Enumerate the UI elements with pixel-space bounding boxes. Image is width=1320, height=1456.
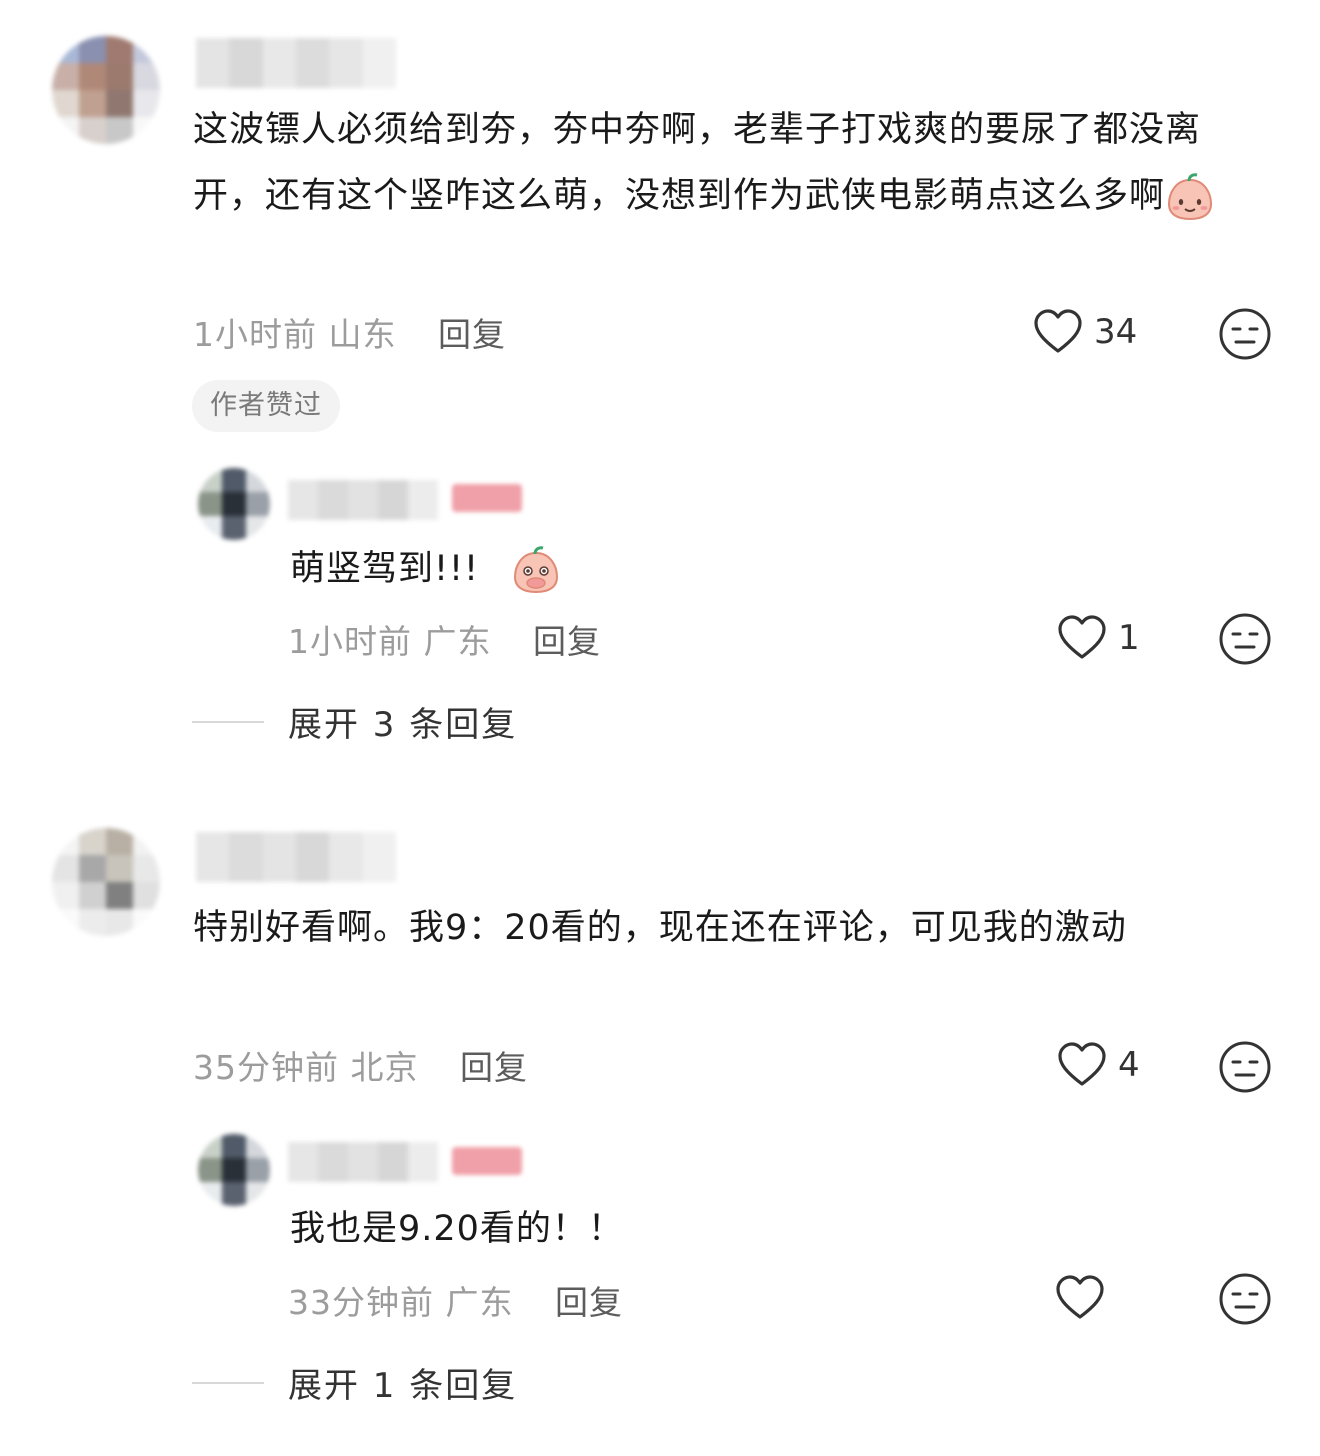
reply-button[interactable]: 回复: [460, 1048, 528, 1087]
meh-face-icon: [1219, 1041, 1271, 1093]
username-blurred[interactable]: [196, 38, 396, 88]
timestamp: 1小时前: [288, 622, 412, 661]
divider-line: [192, 1381, 264, 1384]
location: 广东: [423, 622, 492, 661]
comment-text: 特别好看啊。我9：20看的，现在还在评论，可见我的激动: [193, 908, 1127, 948]
reply-username-blurred[interactable]: [288, 480, 438, 520]
reply-username-blurred[interactable]: [288, 1142, 438, 1182]
username-blurred[interactable]: [196, 832, 396, 882]
peach-smile-emoji: [1165, 172, 1215, 222]
dislike-button[interactable]: [1218, 1040, 1272, 1098]
meh-face-icon: [1219, 613, 1271, 665]
reply-avatar[interactable]: [198, 468, 270, 540]
avatar[interactable]: [52, 828, 160, 936]
heart-icon: [1056, 1275, 1104, 1319]
reply-button[interactable]: 回复: [555, 1283, 623, 1322]
timestamp: 35分钟前: [193, 1048, 339, 1087]
dislike-button[interactable]: [1218, 612, 1272, 670]
location: 北京: [350, 1048, 419, 1087]
like-button[interactable]: 34: [1032, 306, 1137, 358]
peach-covering-mouth-emoji: [511, 545, 561, 595]
meh-face-icon: [1219, 1273, 1271, 1325]
like-button[interactable]: 4: [1056, 1039, 1140, 1091]
heart-icon: [1058, 615, 1106, 659]
heart-icon: [1058, 1042, 1106, 1086]
comment-meta: 1小时前 山东 回复: [193, 308, 506, 356]
reply-text: 萌竖驾到!!!: [290, 544, 561, 595]
dislike-button[interactable]: [1218, 307, 1272, 365]
like-count: 4: [1118, 1045, 1140, 1085]
dislike-button[interactable]: [1218, 1272, 1272, 1330]
like-count: 34: [1094, 312, 1138, 352]
reply-meta: 33分钟前 广东 回复: [288, 1276, 623, 1324]
like-count: 1: [1118, 618, 1140, 658]
avatar[interactable]: [52, 36, 160, 144]
timestamp: 33分钟前: [288, 1283, 434, 1322]
heart-icon: [1034, 309, 1082, 353]
meh-face-icon: [1219, 308, 1271, 360]
expand-replies-button[interactable]: 展开 1 条回复: [192, 1358, 517, 1407]
author-tag: [452, 484, 522, 512]
author-tag: [452, 1147, 522, 1175]
like-button[interactable]: 1: [1056, 612, 1140, 664]
location: 山东: [328, 315, 397, 354]
like-button[interactable]: [1054, 1272, 1116, 1324]
location: 广东: [445, 1283, 514, 1322]
reply-meta: 1小时前 广东 回复: [288, 615, 601, 663]
reply-button[interactable]: 回复: [533, 622, 601, 661]
expand-replies-button[interactable]: 展开 3 条回复: [192, 697, 517, 746]
timestamp: 1小时前: [193, 315, 317, 354]
reply-button[interactable]: 回复: [438, 315, 506, 354]
comment-text: 这波镖人必须给到夯，夯中夯啊，老辈子打戏爽的要尿了都没离开，还有这个竖咋这么萌，…: [193, 97, 1253, 229]
comment-meta: 35分钟前 北京 回复: [193, 1041, 528, 1089]
reply-avatar[interactable]: [198, 1134, 270, 1206]
reply-text: 我也是9.20看的！！: [290, 1209, 624, 1249]
divider-line: [192, 720, 264, 723]
author-liked-badge: 作者赞过: [192, 380, 340, 432]
